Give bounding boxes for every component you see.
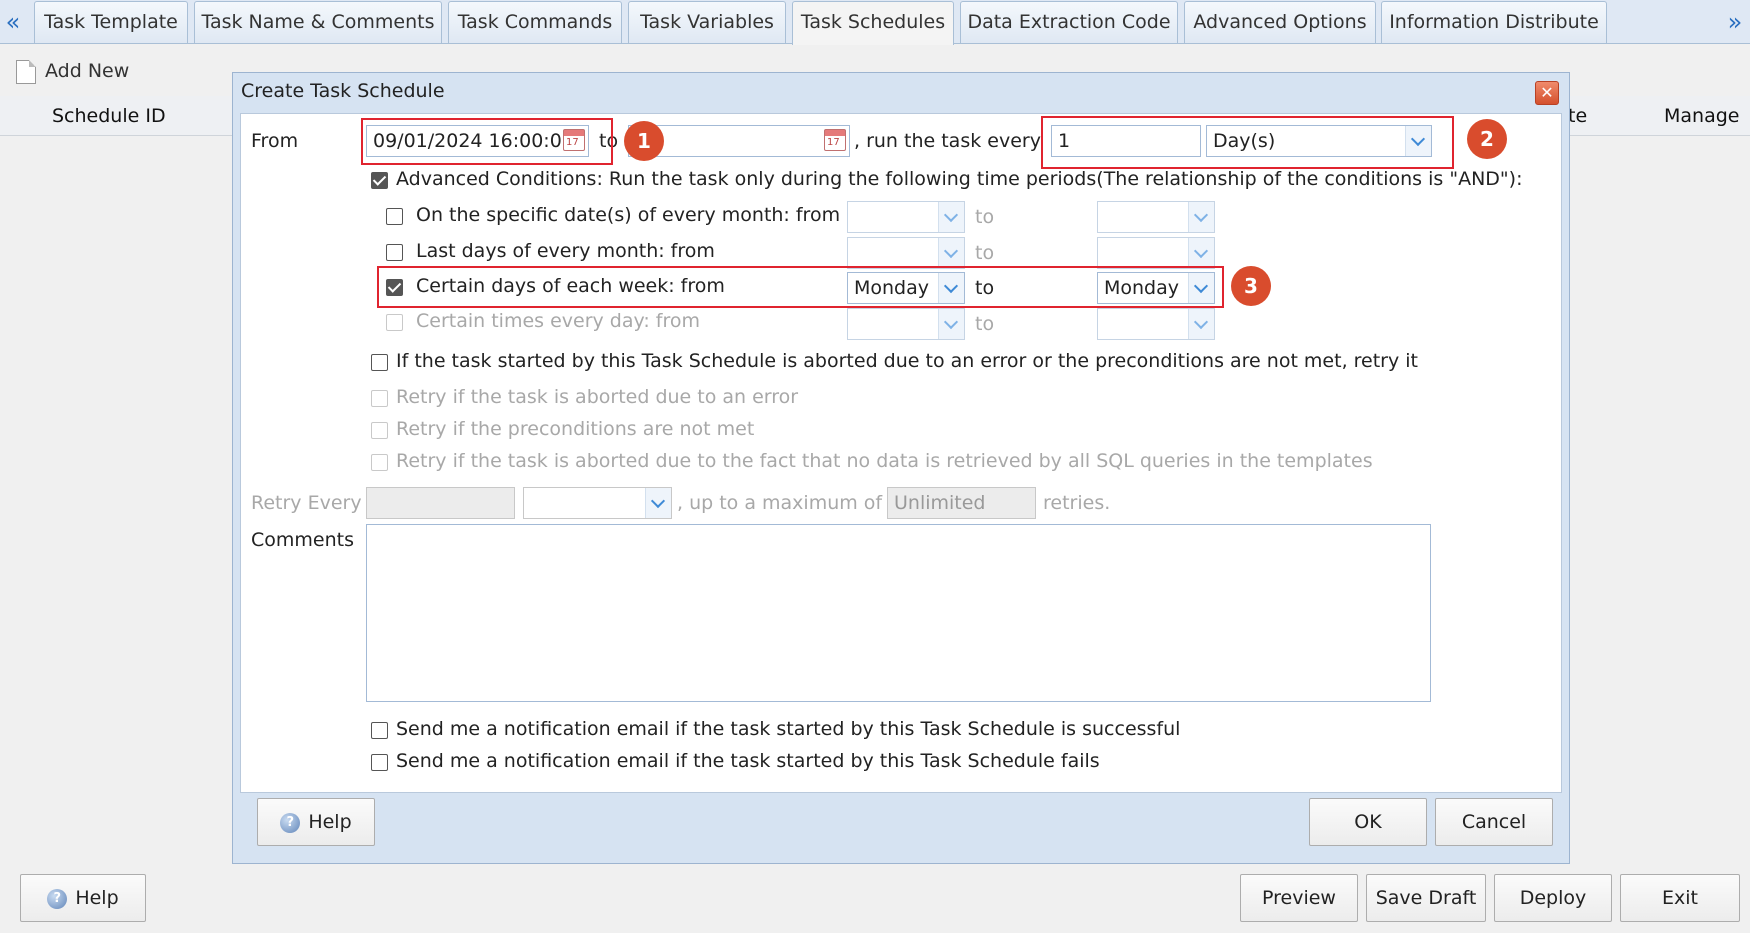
times-to-select[interactable] — [1097, 308, 1215, 340]
advanced-conditions-label: Advanced Conditions: Run the task only d… — [396, 168, 1523, 190]
chevron-down-icon — [938, 238, 964, 268]
advanced-conditions-checkbox[interactable] — [371, 172, 388, 189]
times-to-label: to — [975, 313, 995, 335]
from-label: From — [251, 130, 299, 152]
tab-advanced-options[interactable]: Advanced Options — [1184, 1, 1376, 43]
footer-bar: ? Help Preview Save Draft Deploy Exit — [0, 862, 1750, 933]
times-checkbox[interactable] — [386, 314, 403, 331]
dialog-help-button[interactable]: ? Help — [257, 798, 375, 846]
save-draft-button[interactable]: Save Draft — [1366, 874, 1486, 922]
column-manage[interactable]: Manage — [1664, 105, 1739, 127]
specific-dates-label: On the specific date(s) of every month: … — [416, 204, 841, 226]
chevron-down-icon — [645, 488, 671, 518]
specific-dates-to-label: to — [975, 206, 995, 228]
close-icon[interactable]: ✕ — [1535, 81, 1559, 105]
dialog-help-label: Help — [308, 811, 352, 833]
column-schedule-id[interactable]: Schedule ID — [52, 105, 166, 127]
tab-data-extraction-code[interactable]: Data Extraction Code — [960, 1, 1178, 43]
retry-unit-select[interactable] — [523, 487, 672, 519]
cancel-button[interactable]: Cancel — [1435, 798, 1553, 846]
tab-information-distribute[interactable]: Information Distribute — [1381, 1, 1607, 43]
help-icon: ? — [280, 812, 301, 833]
dialog-title: Create Task Schedule — [241, 80, 445, 102]
retry-nodata-label: Retry if the task is aborted due to the … — [396, 450, 1373, 472]
retry-every-input[interactable] — [366, 487, 515, 519]
retry-nodata-checkbox[interactable] — [371, 454, 388, 471]
scroll-tabs-right-icon[interactable]: » — [1722, 4, 1748, 40]
max-retries-value: Unlimited — [894, 492, 986, 514]
notify-success-checkbox[interactable] — [371, 722, 388, 739]
notify-success-label: Send me a notification email if the task… — [396, 718, 1181, 740]
highlight-box-1 — [361, 118, 613, 165]
highlight-box-2 — [1041, 116, 1454, 169]
chevron-down-icon — [938, 309, 964, 339]
tab-task-template[interactable]: Task Template — [34, 1, 188, 43]
times-from-select[interactable] — [847, 308, 965, 340]
tab-task-variables[interactable]: Task Variables — [628, 1, 786, 43]
help-icon: ? — [47, 888, 68, 909]
run-every-label: , run the task every — [854, 130, 1041, 152]
help-label: Help — [75, 887, 119, 909]
retries-label: retries. — [1043, 492, 1111, 514]
times-label: Certain times every day: from — [416, 310, 701, 332]
ok-button[interactable]: OK — [1309, 798, 1427, 846]
chevron-down-icon — [1188, 202, 1214, 232]
retry-error-label: Retry if the task is aborted due to an e… — [396, 386, 799, 408]
tab-task-schedules[interactable]: Task Schedules — [792, 1, 954, 45]
notify-fail-checkbox[interactable] — [371, 754, 388, 771]
annotation-badge-2: 2 — [1467, 119, 1507, 159]
notify-fail-label: Send me a notification email if the task… — [396, 750, 1100, 772]
chevron-down-icon — [1188, 309, 1214, 339]
last-days-from-select[interactable] — [847, 237, 965, 269]
tab-task-commands[interactable]: Task Commands — [448, 1, 622, 43]
retry-precond-checkbox[interactable] — [371, 422, 388, 439]
help-button[interactable]: ? Help — [20, 874, 146, 922]
chevron-down-icon — [1188, 238, 1214, 268]
retry-error-checkbox[interactable] — [371, 390, 388, 407]
max-retries-input[interactable]: Unlimited — [887, 487, 1036, 519]
comments-label: Comments — [251, 529, 354, 551]
chevron-down-icon — [938, 202, 964, 232]
annotation-badge-1: 1 — [624, 121, 664, 161]
retry-precond-label: Retry if the preconditions are not met — [396, 418, 755, 440]
highlight-box-3 — [377, 266, 1224, 308]
new-document-icon — [16, 59, 36, 84]
create-task-schedule-dialog: Create Task Schedule ✕ From 09/01/2024 1… — [232, 72, 1570, 864]
last-days-to-label: to — [975, 242, 995, 264]
specific-dates-checkbox[interactable] — [386, 208, 403, 225]
tab-bar: « Task Template Task Name & Comments Tas… — [0, 0, 1750, 45]
add-new-button[interactable]: Add New — [16, 56, 129, 86]
deploy-button[interactable]: Deploy — [1494, 874, 1612, 922]
comments-textarea[interactable] — [366, 524, 1431, 702]
last-days-to-select[interactable] — [1097, 237, 1215, 269]
retry-every-label: Retry Every — [251, 492, 362, 514]
to-calendar-icon[interactable] — [824, 129, 846, 151]
specific-dates-from-select[interactable] — [847, 201, 965, 233]
add-new-label: Add New — [45, 60, 130, 82]
last-days-label: Last days of every month: from — [416, 240, 715, 262]
scroll-tabs-left-icon[interactable]: « — [0, 4, 26, 40]
retry-label: If the task started by this Task Schedul… — [396, 350, 1419, 372]
retry-checkbox[interactable] — [371, 354, 388, 371]
specific-dates-to-select[interactable] — [1097, 201, 1215, 233]
preview-button[interactable]: Preview — [1240, 874, 1358, 922]
column-partial[interactable]: te — [1568, 105, 1587, 127]
tab-task-name-comments[interactable]: Task Name & Comments — [194, 1, 442, 43]
dialog-body: From 09/01/2024 16:00:0 to , run the tas… — [240, 113, 1562, 793]
exit-button[interactable]: Exit — [1620, 874, 1740, 922]
annotation-badge-3: 3 — [1231, 266, 1271, 306]
last-days-checkbox[interactable] — [386, 244, 403, 261]
up-to-label: , up to a maximum of — [677, 492, 883, 514]
